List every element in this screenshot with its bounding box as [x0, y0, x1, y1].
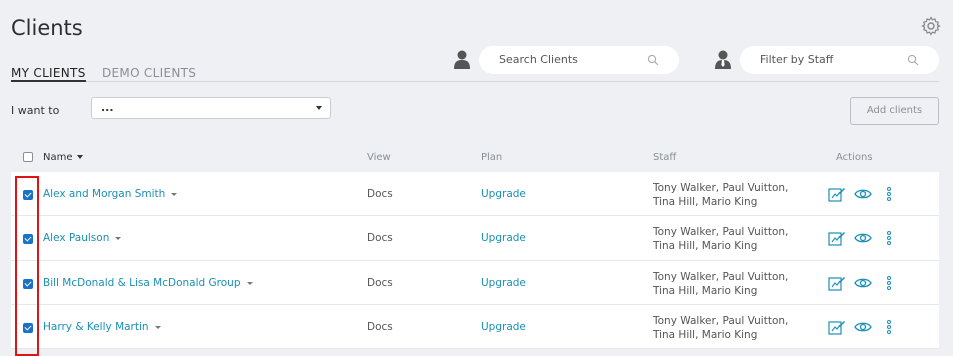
table-row: Alex Paulson Docs Upgrade Tony Walker, P… — [11, 216, 939, 261]
bulk-action-value: ... — [101, 101, 114, 114]
eye-icon[interactable] — [854, 319, 872, 335]
staff-line: Tony Walker, Paul Vuitton, — [653, 271, 789, 283]
bulk-action-label: I want to — [11, 104, 60, 117]
edit-icon[interactable] — [828, 319, 846, 335]
view-value: Docs — [367, 277, 393, 289]
column-header-name-label: Name — [43, 152, 73, 163]
client-name-link[interactable]: Alex Paulson — [43, 232, 122, 244]
clients-table: Alex and Morgan Smith Docs Upgrade Tony … — [11, 172, 939, 349]
staff-line: Tina Hill, Mario King — [653, 285, 758, 297]
client-name-link[interactable]: Alex and Morgan Smith — [43, 188, 178, 200]
view-value: Docs — [367, 188, 393, 200]
filter-search-icon[interactable] — [907, 54, 919, 66]
more-vertical-icon[interactable] — [884, 186, 894, 202]
column-header-name[interactable]: Name — [43, 152, 83, 163]
tab-demo-clients[interactable]: DEMO CLIENTS — [102, 66, 196, 80]
staff-list: Tony Walker, Paul Vuitton, Tina Hill, Mar… — [653, 314, 813, 342]
search-clients-box[interactable] — [479, 46, 679, 74]
select-all-checkbox[interactable] — [23, 152, 33, 162]
staff-person-icon — [715, 50, 731, 69]
client-name: Bill McDonald & Lisa McDonald Group — [43, 277, 241, 289]
staff-line: Tony Walker, Paul Vuitton, — [653, 315, 789, 327]
plan-upgrade-link[interactable]: Upgrade — [481, 232, 526, 244]
search-icon[interactable] — [647, 54, 659, 66]
column-header-view: View — [367, 152, 391, 163]
staff-list: Tony Walker, Paul Vuitton, Tina Hill, Mar… — [653, 181, 813, 209]
staff-line: Tony Walker, Paul Vuitton, — [653, 182, 789, 194]
chevron-down-icon[interactable] — [171, 192, 178, 196]
filter-staff-box[interactable] — [740, 46, 939, 74]
more-vertical-icon[interactable] — [884, 275, 894, 291]
bulk-action-select[interactable]: ... — [91, 97, 331, 119]
more-vertical-icon[interactable] — [884, 230, 894, 246]
chevron-down-icon[interactable] — [115, 236, 122, 240]
eye-icon[interactable] — [854, 230, 872, 246]
page-title: Clients — [11, 16, 83, 40]
staff-line: Tony Walker, Paul Vuitton, — [653, 226, 789, 238]
filter-staff-input[interactable] — [760, 53, 890, 66]
client-name: Alex and Morgan Smith — [43, 188, 166, 200]
column-header-staff: Staff — [653, 152, 677, 163]
checkbox-highlight-box — [15, 176, 39, 356]
column-header-plan: Plan — [481, 152, 503, 163]
client-name-link[interactable]: Bill McDonald & Lisa McDonald Group — [43, 277, 253, 289]
edit-icon[interactable] — [828, 275, 846, 291]
plan-upgrade-link[interactable]: Upgrade — [481, 277, 526, 289]
edit-icon[interactable] — [828, 186, 846, 202]
staff-line: Tina Hill, Mario King — [653, 240, 758, 252]
column-header-actions: Actions — [836, 152, 873, 163]
table-row: Alex and Morgan Smith Docs Upgrade Tony … — [11, 172, 939, 216]
edit-icon[interactable] — [828, 230, 846, 246]
plan-upgrade-link[interactable]: Upgrade — [481, 188, 526, 200]
chevron-down-icon[interactable] — [246, 281, 253, 285]
staff-list: Tony Walker, Paul Vuitton, Tina Hill, Mar… — [653, 225, 813, 253]
view-value: Docs — [367, 321, 393, 333]
client-name: Alex Paulson — [43, 232, 110, 244]
sort-caret-icon — [76, 155, 83, 159]
tab-my-clients[interactable]: MY CLIENTS — [11, 66, 86, 82]
staff-list: Tony Walker, Paul Vuitton, Tina Hill, Mar… — [653, 270, 813, 298]
eye-icon[interactable] — [854, 275, 872, 291]
gear-icon[interactable] — [921, 16, 941, 36]
plan-upgrade-link[interactable]: Upgrade — [481, 321, 526, 333]
add-clients-button[interactable]: Add clients — [850, 97, 939, 125]
chevron-down-icon[interactable] — [154, 325, 161, 329]
chevron-down-icon — [316, 106, 322, 110]
person-icon — [454, 50, 470, 69]
client-name: Harry & Kelly Martin — [43, 321, 149, 333]
view-value: Docs — [367, 232, 393, 244]
table-row: Harry & Kelly Martin Docs Upgrade Tony W… — [11, 305, 939, 349]
table-row: Bill McDonald & Lisa McDonald Group Docs… — [11, 261, 939, 305]
search-clients-input[interactable] — [499, 53, 629, 66]
client-name-link[interactable]: Harry & Kelly Martin — [43, 321, 161, 333]
staff-line: Tina Hill, Mario King — [653, 329, 758, 341]
staff-line: Tina Hill, Mario King — [653, 196, 758, 208]
eye-icon[interactable] — [854, 186, 872, 202]
more-vertical-icon[interactable] — [884, 319, 894, 335]
